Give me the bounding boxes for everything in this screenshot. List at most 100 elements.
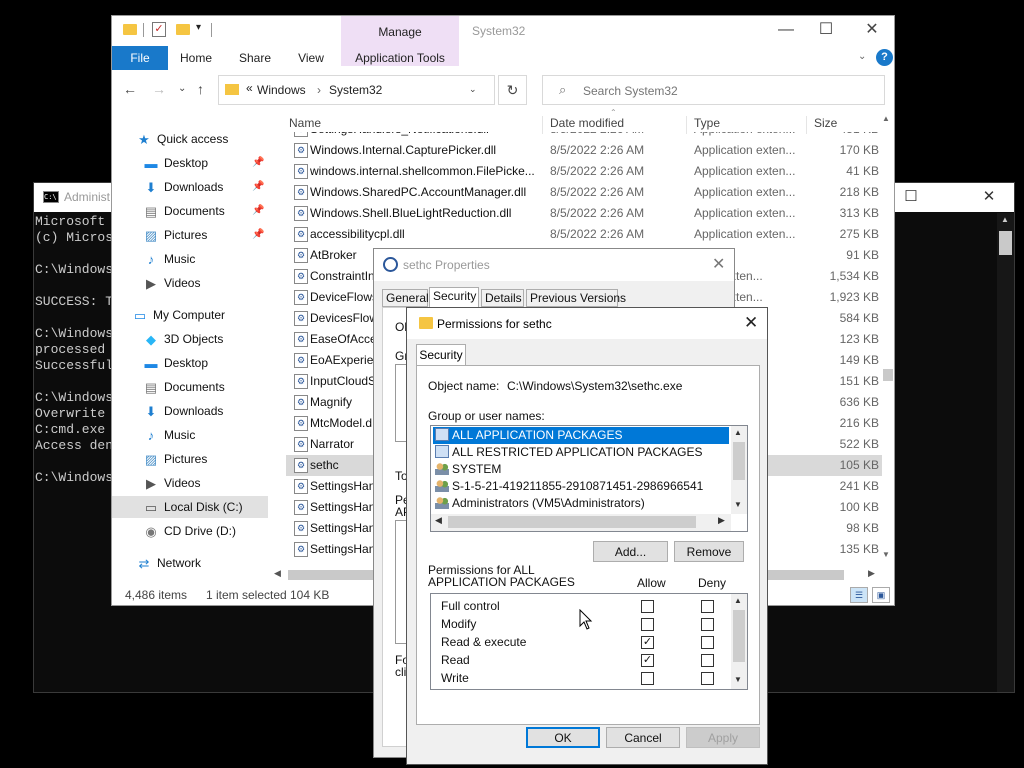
group-list-item[interactable]: S-1-5-21-419211855-2910871451-2986966541: [433, 478, 729, 495]
deny-checkbox[interactable]: [701, 600, 714, 613]
tab-general[interactable]: General: [382, 289, 429, 307]
cmd-maximize-button[interactable]: ☐: [896, 188, 926, 208]
group-list-item[interactable]: ALL RESTRICTED APPLICATION PACKAGES: [433, 444, 729, 461]
group-list-item[interactable]: Administrators (VM5\Administrators): [433, 495, 729, 512]
back-arrow-icon[interactable]: ←: [123, 81, 137, 97]
new-folder-icon[interactable]: [176, 24, 190, 35]
deny-checkbox[interactable]: [701, 672, 714, 685]
nav-item[interactable]: ▨ Pictures: [143, 448, 208, 470]
deny-checkbox[interactable]: [701, 618, 714, 631]
close-button[interactable]: ✕: [852, 20, 892, 42]
permissions-dialog[interactable]: Permissions for sethc ✕ Security Object …: [406, 307, 768, 765]
tab-home[interactable]: Home: [174, 46, 218, 70]
scroll-right-arrow-icon[interactable]: ▶: [718, 515, 725, 526]
allow-checkbox[interactable]: ✓: [641, 654, 654, 667]
permissions-scroll-thumb[interactable]: [733, 610, 745, 662]
nav-item[interactable]: ♪ Music: [143, 424, 196, 446]
scroll-left-arrow-icon[interactable]: ◀: [435, 515, 442, 526]
help-icon[interactable]: ?: [876, 49, 893, 66]
file-list-scrollbar[interactable]: ▲ ▼: [882, 114, 894, 566]
file-row[interactable]: ⚙ Windows.SharedPC.AccountManager.dll 8/5/…: [286, 182, 882, 203]
forward-arrow-icon[interactable]: →: [152, 81, 166, 97]
details-view-icon[interactable]: ☰: [850, 587, 868, 603]
ok-button[interactable]: OK: [526, 727, 600, 748]
group-list-scroll-thumb[interactable]: [733, 442, 745, 480]
nav-item[interactable]: ★ Quick access: [136, 128, 228, 150]
customize-toolbar-arrow-icon[interactable]: ▾: [196, 22, 201, 33]
tab-share[interactable]: Share: [234, 46, 276, 70]
permissions-close-button[interactable]: ✕: [744, 313, 758, 333]
cmd-close-button[interactable]: ✕: [974, 188, 1004, 208]
nav-item[interactable]: ♪ Music: [143, 248, 196, 270]
file-list-scroll-thumb[interactable]: [883, 369, 893, 381]
add-button[interactable]: Add...: [593, 541, 668, 562]
allow-checkbox[interactable]: [641, 600, 654, 613]
nav-item[interactable]: ▭ Local Disk (C:): [112, 496, 268, 518]
minimize-button[interactable]: —: [766, 20, 806, 42]
deny-checkbox[interactable]: [701, 654, 714, 667]
search-input[interactable]: [581, 82, 861, 99]
properties-close-button[interactable]: ✕: [712, 254, 725, 274]
address-overflow[interactable]: «: [246, 81, 253, 95]
tab-security[interactable]: Security: [429, 287, 479, 308]
scroll-up-arrow-icon[interactable]: ▲: [882, 114, 890, 123]
nav-item[interactable]: ▨ Pictures 📌: [143, 224, 265, 246]
file-row[interactable]: ⚙ windows.internal.shellcommon.FilePicke.…: [286, 161, 882, 182]
properties-icon[interactable]: ✓: [152, 22, 166, 37]
nav-item[interactable]: ⇄ Network: [136, 552, 201, 574]
nav-item[interactable]: ▬ Desktop: [143, 352, 209, 374]
permissions-scrollbar[interactable]: ▲ ▼: [731, 594, 747, 689]
tab-view[interactable]: View: [292, 46, 330, 70]
scroll-down-arrow-icon[interactable]: ▼: [882, 550, 890, 559]
remove-button[interactable]: Remove: [674, 541, 744, 562]
deny-checkbox[interactable]: [701, 636, 714, 649]
group-list-scrollbar[interactable]: ▲ ▼: [731, 426, 747, 514]
nav-item[interactable]: ▶ Videos: [143, 472, 200, 494]
nav-item[interactable]: ◆ 3D Objects: [143, 328, 223, 350]
large-icons-view-icon[interactable]: ▣: [872, 587, 890, 603]
horizontal-scroll-thumb[interactable]: [448, 516, 696, 528]
address-bar[interactable]: « Windows › System32 ⌄: [218, 75, 495, 105]
nav-item[interactable]: ▭ My Computer: [132, 304, 225, 326]
cmd-scroll-thumb[interactable]: [999, 231, 1012, 255]
scroll-up-arrow-icon[interactable]: ▲: [734, 428, 742, 437]
cancel-button[interactable]: Cancel: [606, 727, 680, 748]
allow-checkbox[interactable]: [641, 672, 654, 685]
maximize-button[interactable]: ☐: [806, 20, 846, 42]
allow-checkbox[interactable]: [641, 618, 654, 631]
folder-icon[interactable]: [123, 24, 137, 35]
group-list-item[interactable]: ALL APPLICATION PACKAGES: [433, 427, 729, 444]
address-dropdown-icon[interactable]: ⌄: [469, 84, 477, 95]
up-arrow-icon[interactable]: ↑: [197, 81, 204, 97]
apply-button[interactable]: Apply: [686, 727, 760, 748]
file-row[interactable]: ⚙ accessibilitycpl.dll 8/5/2022 2:26 AM App…: [286, 224, 882, 245]
breadcrumb-windows[interactable]: Windows: [257, 83, 306, 97]
cmd-scrollbar[interactable]: ▲: [997, 213, 1014, 692]
scroll-down-arrow-icon[interactable]: ▼: [734, 500, 742, 509]
breadcrumb-system32[interactable]: System32: [329, 83, 382, 97]
allow-checkbox[interactable]: ✓: [641, 636, 654, 649]
nav-item[interactable]: ▤ Documents: [143, 376, 225, 398]
nav-item[interactable]: ▶ Videos: [143, 272, 200, 294]
scroll-left-arrow-icon[interactable]: ◀: [274, 568, 281, 579]
permissions-list[interactable]: Write Read ✓ Read & execute ✓ Modify Full cont…: [430, 593, 748, 690]
permissions-titlebar[interactable]: Permissions for sethc ✕: [407, 308, 767, 339]
group-list-horizontal-scrollbar[interactable]: ◀ ▶: [431, 514, 731, 531]
tab-previous-versions[interactable]: Previous Versions: [526, 289, 626, 307]
nav-item[interactable]: ⬇ Downloads: [143, 400, 224, 422]
search-box[interactable]: ⌕: [542, 75, 885, 105]
nav-item[interactable]: ◉ CD Drive (D:): [143, 520, 236, 542]
nav-item[interactable]: ▤ Documents 📌: [143, 200, 265, 222]
properties-titlebar[interactable]: sethc Properties ✕: [374, 249, 734, 281]
nav-item[interactable]: ⬇ Downloads 📌: [143, 176, 265, 198]
recent-locations-chevron-icon[interactable]: ⌄: [178, 83, 186, 94]
tab-security[interactable]: Security: [416, 344, 466, 366]
scroll-up-arrow-icon[interactable]: ▲: [1001, 215, 1009, 224]
scroll-up-arrow-icon[interactable]: ▲: [734, 596, 742, 605]
nav-item[interactable]: ▬ Desktop 📌: [143, 152, 265, 174]
group-user-list[interactable]: Administrators (VM5\Administrators) S-1-5…: [430, 425, 748, 532]
file-row[interactable]: ⚙ Windows.Internal.CapturePicker.dll 8/5/2…: [286, 140, 882, 161]
tab-file[interactable]: File: [112, 46, 168, 70]
refresh-icon[interactable]: ↻: [498, 75, 527, 105]
expand-ribbon-chevron-icon[interactable]: ⌄: [858, 51, 866, 62]
